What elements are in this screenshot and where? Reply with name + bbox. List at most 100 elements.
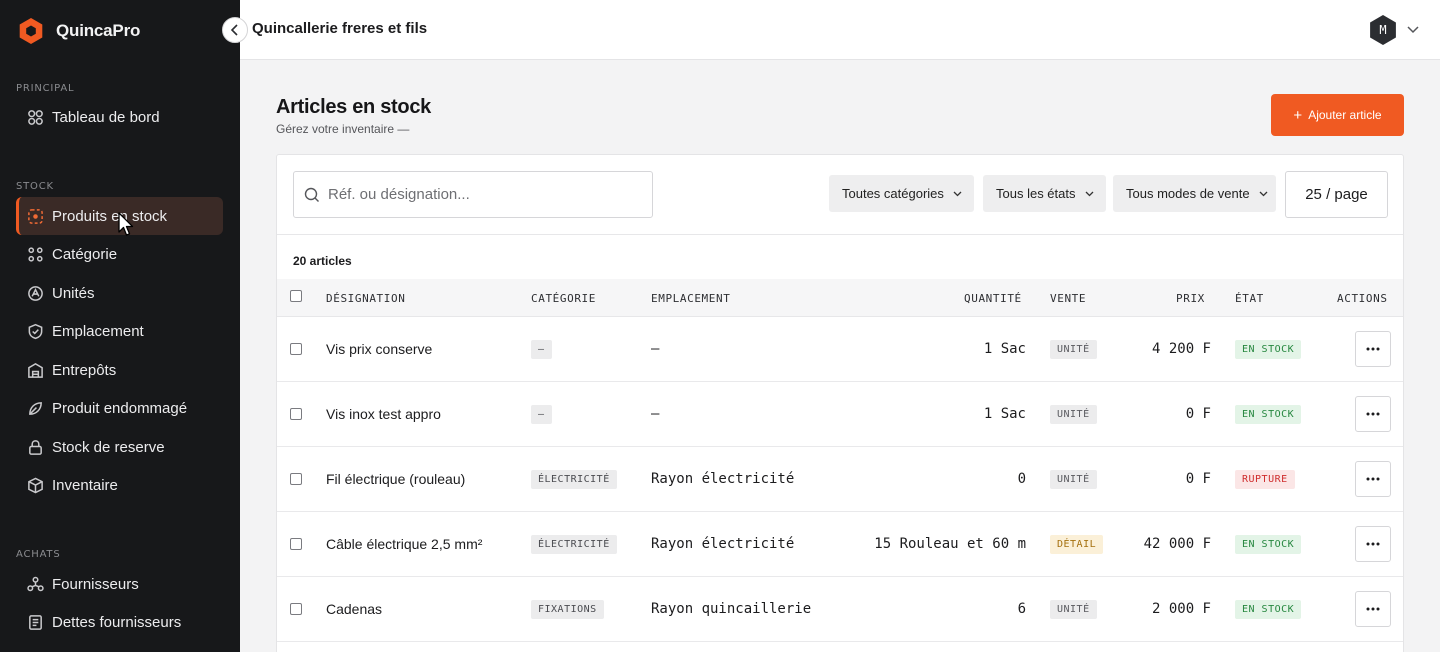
sidebar-item-emplacement[interactable]: Emplacement [16, 312, 223, 350]
cell-designation: Fil électrique (rouleau) [326, 471, 466, 487]
location-icon [26, 322, 44, 340]
column-header-actions: ACTIONS [1337, 292, 1388, 305]
cell-etat: EN STOCK [1235, 317, 1302, 381]
chevron-down-icon[interactable] [1406, 22, 1420, 36]
cell-emplacement: Rayon quincaillerie [651, 601, 812, 617]
store-name: Quincallerie freres et fils [252, 20, 428, 37]
sidebar-item-fournisseurs[interactable]: Fournisseurs [16, 565, 223, 603]
lock-icon [26, 438, 44, 456]
row-actions-button[interactable] [1355, 396, 1391, 432]
article-count: 20 articles [293, 254, 352, 268]
cell-vente: DÉTAIL [1050, 512, 1104, 576]
row-actions-button[interactable] [1355, 591, 1391, 627]
column-header-designation[interactable]: DÉSIGNATION [326, 292, 405, 305]
row-checkbox[interactable] [290, 603, 302, 615]
sidebar-item-dettes-fournisseurs[interactable]: Dettes fournisseurs [16, 603, 223, 641]
sidebar-item-produit-endommage[interactable]: Produit endommagé [16, 389, 223, 427]
column-header-quantite[interactable]: QUANTITÉ [964, 292, 1022, 305]
row-actions-button[interactable] [1355, 331, 1391, 367]
dashboard-icon [26, 108, 44, 126]
search-input[interactable] [328, 186, 628, 203]
cell-categorie: ÉLECTRICITÉ [531, 447, 617, 511]
table-header: DÉSIGNATION CATÉGORIE EMPLACEMENT QUANTI… [277, 279, 1403, 317]
sidebar-item-label: Catégorie [52, 245, 118, 263]
cell-categorie: — [531, 317, 552, 381]
sidebar-item-entrepots[interactable]: Entrepôts [16, 351, 223, 389]
suppliers-icon [26, 575, 44, 593]
row-checkbox[interactable] [290, 408, 302, 420]
brand[interactable]: QuincaPro [16, 16, 140, 46]
cell-emplacement: — [651, 341, 660, 357]
sidebar-item-label: Stock de reserve [52, 438, 165, 456]
column-header-categorie[interactable]: CATÉGORIE [531, 292, 596, 305]
search-box[interactable] [293, 171, 653, 218]
category-chip: FIXATIONS [531, 599, 604, 619]
row-checkbox[interactable] [290, 538, 302, 550]
sidebar: QuincaPro PRINCIPAL Tableau de bord STOC… [0, 0, 240, 652]
table-row[interactable]: Vis prix conserve — — 1 Sac UNITÉ 4 200 … [277, 317, 1403, 382]
status-badge: EN STOCK [1235, 534, 1302, 554]
column-header-vente[interactable]: VENTE [1050, 292, 1086, 305]
sidebar-item-label: Inventaire [52, 476, 118, 494]
column-header-etat[interactable]: ÉTAT [1235, 292, 1264, 305]
cell-categorie: — [531, 382, 552, 446]
sale-mode-filter[interactable]: Tous modes de vente [1113, 175, 1276, 212]
chevron-down-icon [1259, 191, 1268, 197]
row-actions-button[interactable] [1355, 461, 1391, 497]
row-checkbox[interactable] [290, 473, 302, 485]
more-icon [1366, 347, 1380, 351]
warehouse-icon [26, 361, 44, 379]
status-filter[interactable]: Tous les états [983, 175, 1106, 212]
more-icon [1366, 477, 1380, 481]
add-article-label: Ajouter article [1308, 108, 1382, 122]
app-name: QuincaPro [56, 21, 141, 40]
inventory-icon [26, 476, 44, 494]
damaged-icon [26, 399, 44, 417]
sidebar-item-stock-de-reserve[interactable]: Stock de reserve [16, 428, 223, 466]
sidebar-item-label: Produits en stock [52, 207, 168, 225]
sidebar-item-produits-en-stock[interactable]: Produits en stock [16, 197, 223, 235]
cell-emplacement: Rayon électricité [651, 471, 795, 487]
category-filter-label: Toutes catégories [842, 186, 944, 201]
sale-mode-chip: UNITÉ [1050, 339, 1097, 359]
box-icon [26, 207, 44, 225]
more-icon [1366, 412, 1380, 416]
cell-vente: UNITÉ [1050, 447, 1097, 511]
add-article-button[interactable]: + Ajouter article [1271, 94, 1404, 136]
table-row[interactable]: Câble électrique 2,5 mm² ÉLECTRICITÉ Ray… [277, 512, 1403, 577]
section-label-principal: PRINCIPAL [16, 83, 75, 94]
cell-emplacement: Rayon électricité [651, 536, 795, 552]
sidebar-item-unites[interactable]: Unités [16, 274, 223, 312]
sidebar-item-inventaire[interactable]: Inventaire [16, 466, 223, 504]
sale-mode-filter-label: Tous modes de vente [1126, 186, 1250, 201]
sidebar-item-dashboard[interactable]: Tableau de bord [16, 98, 223, 136]
category-chip: — [531, 404, 552, 424]
page-subtitle: Gérez votre inventaire — [276, 122, 410, 136]
sidebar-item-label: Tableau de bord [52, 108, 160, 126]
sidebar-item-label: Entrepôts [52, 361, 117, 379]
cell-etat: RUPTURE [1235, 447, 1295, 511]
table-row[interactable]: Vis inox test appro — — 1 Sac UNITÉ 0 F … [277, 382, 1403, 447]
row-actions-button[interactable] [1355, 526, 1391, 562]
logo-icon [19, 18, 43, 44]
sale-mode-chip: UNITÉ [1050, 599, 1097, 619]
per-page-select[interactable]: 25 / page [1285, 171, 1388, 218]
sidebar-item-label: Emplacement [52, 322, 144, 340]
chevron-down-icon [953, 191, 962, 197]
sidebar-item-categorie[interactable]: Catégorie [16, 235, 223, 273]
table-row[interactable]: Cadenas FIXATIONS Rayon quincaillerie 6 … [277, 577, 1403, 642]
row-checkbox[interactable] [290, 343, 302, 355]
cell-quantite: 1 Sac [983, 341, 1026, 357]
column-header-emplacement[interactable]: EMPLACEMENT [651, 292, 730, 305]
cell-quantite: 1 Sac [983, 406, 1026, 422]
units-icon [26, 284, 44, 302]
plus-icon: + [1293, 106, 1303, 124]
cell-prix: 4 200 F [1151, 341, 1211, 357]
category-filter[interactable]: Toutes catégories [829, 175, 974, 212]
cell-designation: Câble électrique 2,5 mm² [326, 536, 483, 552]
select-all-checkbox[interactable] [290, 290, 302, 302]
collapse-sidebar-button[interactable] [222, 17, 248, 43]
cell-etat: EN STOCK [1235, 577, 1302, 641]
table-row[interactable]: Fil électrique (rouleau) ÉLECTRICITÉ Ray… [277, 447, 1403, 512]
column-header-prix[interactable]: PRIX [1176, 292, 1205, 305]
